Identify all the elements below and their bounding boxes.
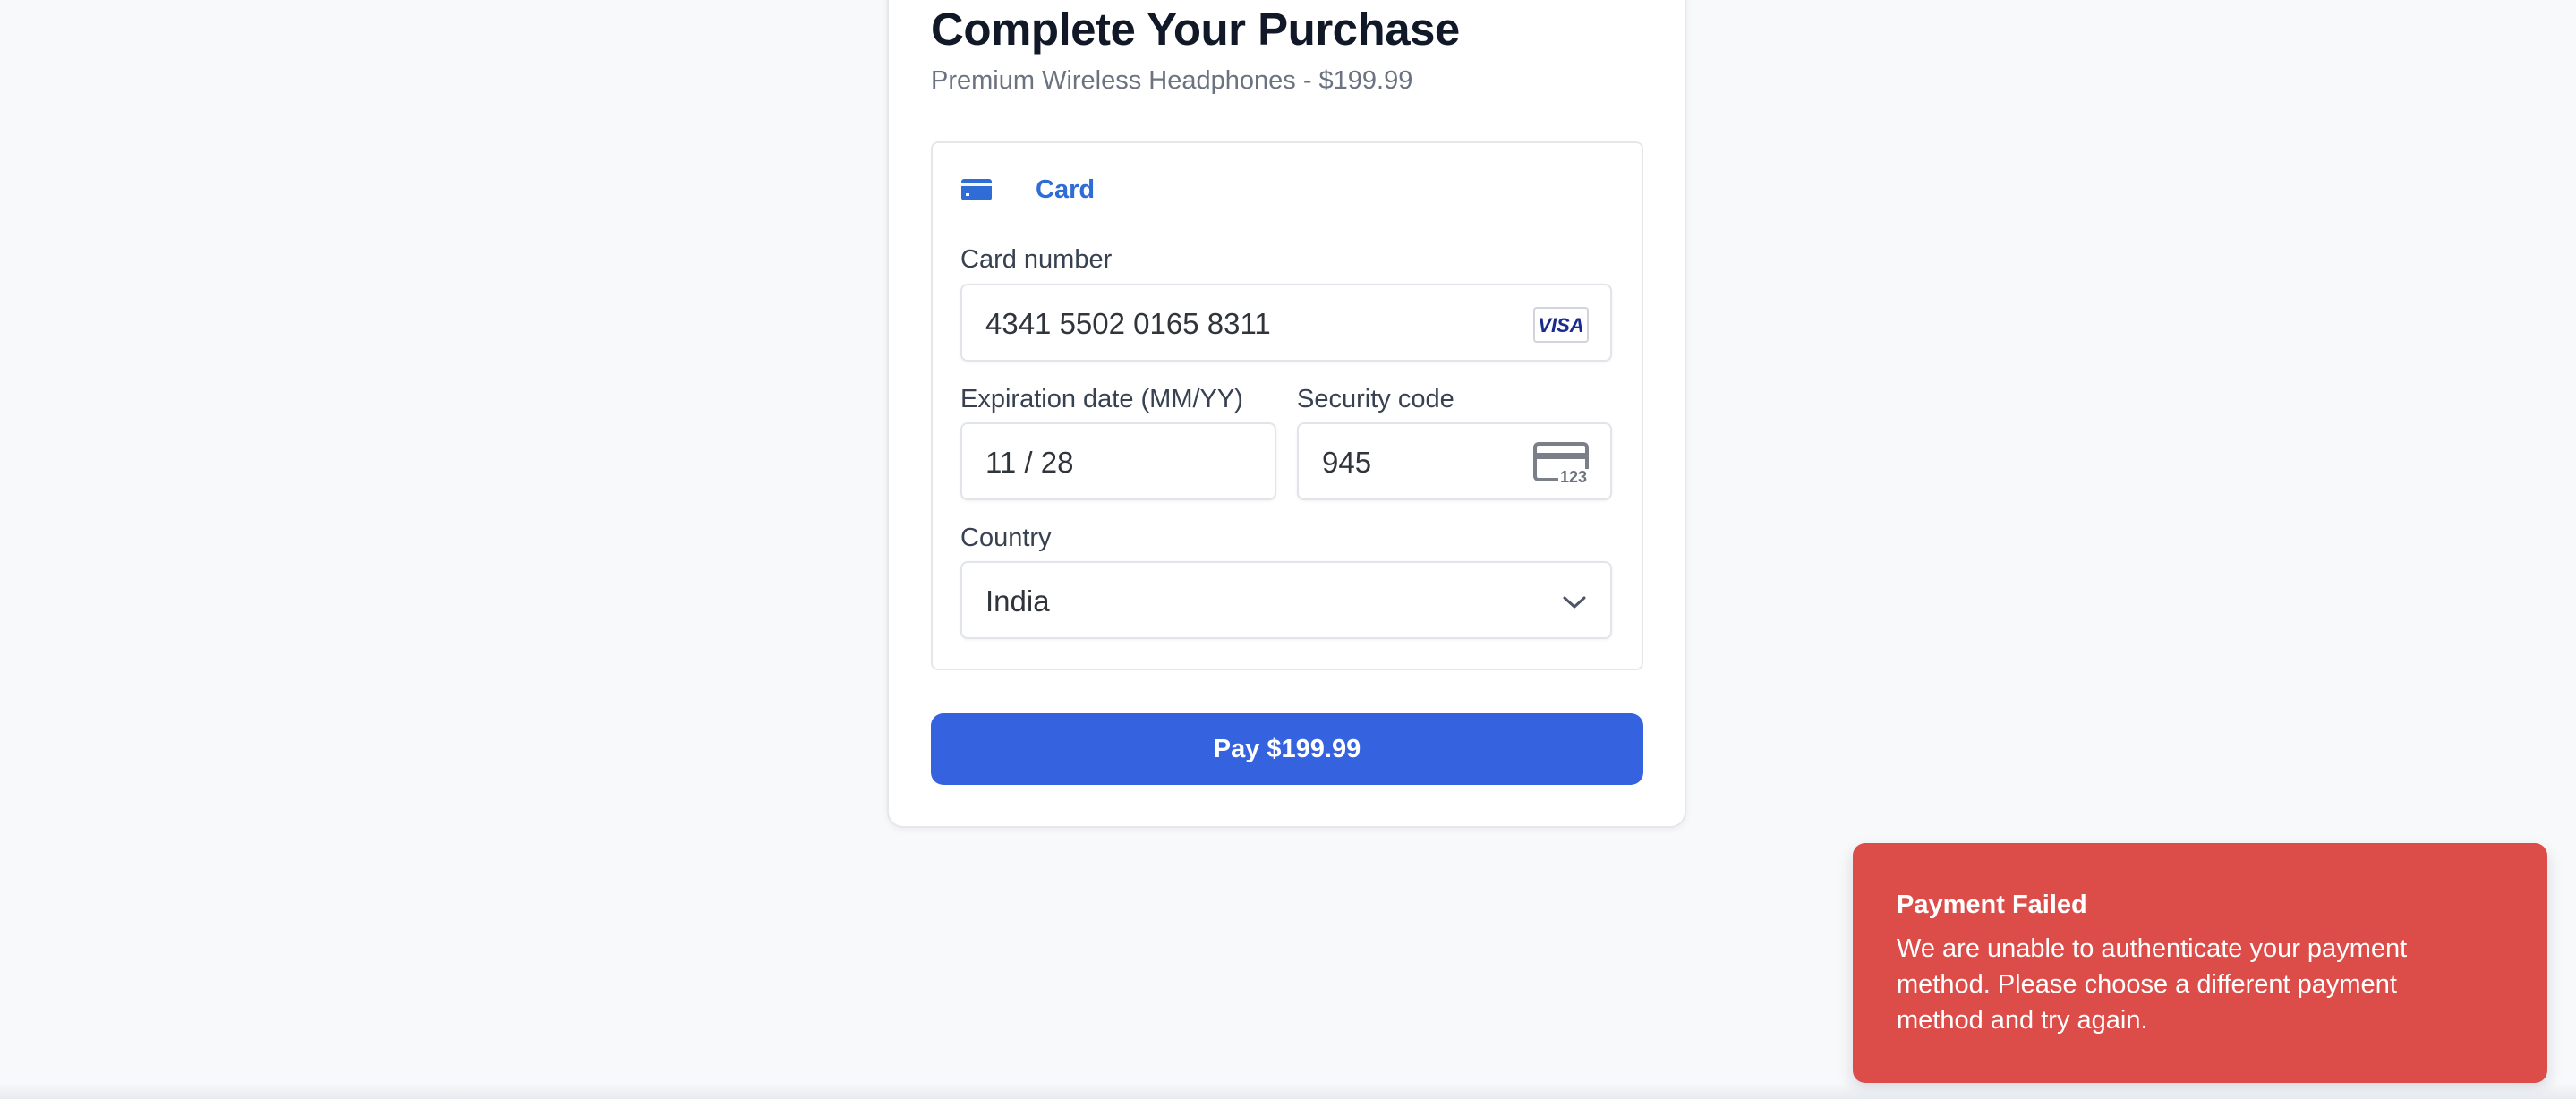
expiration-date-field[interactable]: 11 / 28 [960, 422, 1276, 500]
product-summary: Premium Wireless Headphones - $199.99 [931, 66, 1413, 95]
payment-error-toast: Payment Failed We are unable to authenti… [1853, 843, 2547, 1083]
pay-button[interactable]: Pay $199.99 [931, 713, 1643, 785]
chevron-down-icon [1563, 596, 1586, 609]
payment-method-label: Card [1036, 175, 1096, 204]
country-select[interactable]: India [960, 561, 1612, 639]
expiration-date-label: Expiration date (MM/YY) [960, 385, 1243, 413]
payment-method-card-tab[interactable]: Card [958, 170, 1128, 210]
card-number-value: 4341 5502 0165 8311 [985, 307, 1271, 340]
card-number-field[interactable]: 4341 5502 0165 8311 VISA [960, 284, 1612, 362]
toast-title: Payment Failed [1897, 890, 2087, 919]
expiration-date-value: 11 / 28 [985, 446, 1074, 479]
card-number-label: Card number [960, 245, 1113, 274]
credit-card-icon [961, 179, 992, 200]
security-code-value: 945 [1322, 446, 1372, 479]
toast-message: We are unable to authenticate your payme… [1897, 934, 2408, 1035]
visa-logo-text: VISA [1538, 314, 1583, 337]
security-code-label: Security code [1297, 385, 1454, 413]
visa-logo-icon: VISA [1533, 307, 1589, 343]
page-title: Complete Your Purchase [931, 4, 1460, 55]
country-label: Country [960, 524, 1052, 552]
bottom-edge-shadow [0, 1083, 2576, 1099]
security-code-field[interactable]: 945 123 [1297, 422, 1612, 500]
country-selected-value: India [985, 584, 1050, 618]
cvc-icon-text: 123 [1560, 468, 1587, 485]
cvc-card-icon: 123 [1533, 442, 1589, 485]
